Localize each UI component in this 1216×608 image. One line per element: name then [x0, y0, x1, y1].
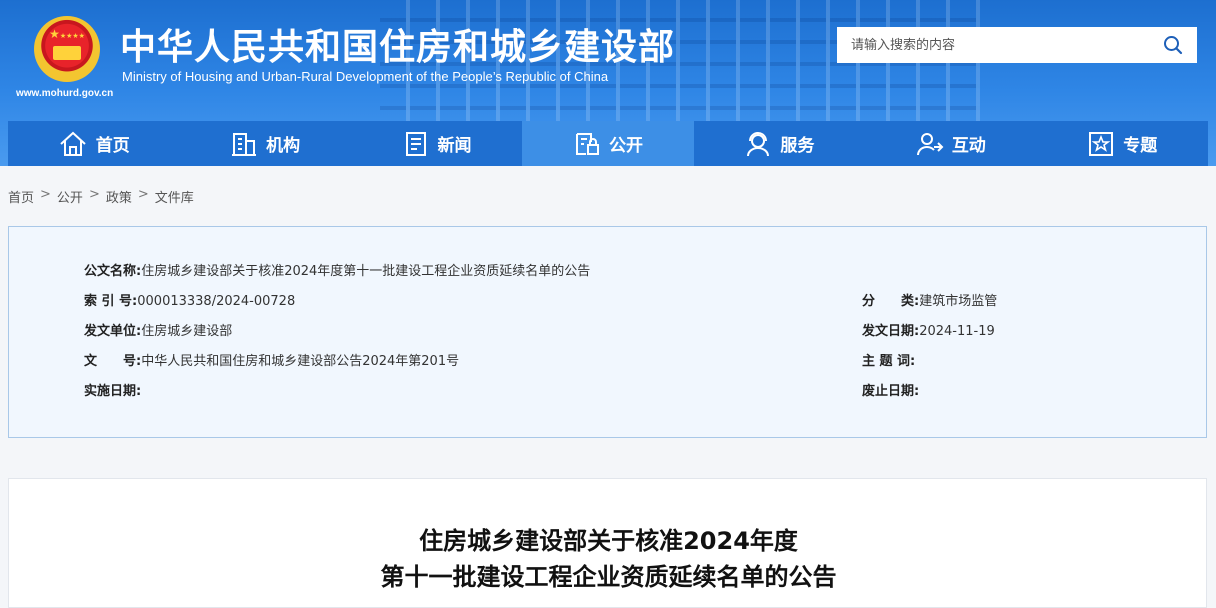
- document-title-line-1: 住房城乡建设部关于核准2024年度: [419, 527, 798, 555]
- meta-label: 文 号:: [84, 354, 142, 369]
- breadcrumb-disclosure[interactable]: 公开: [57, 187, 83, 206]
- service-icon: [747, 131, 770, 156]
- nav-label: 首页: [95, 136, 130, 156]
- nav-label: 机构: [266, 136, 301, 156]
- search-icon: [1164, 36, 1183, 55]
- nav-item-topics[interactable]: 专题: [1037, 121, 1208, 166]
- meta-index: 索 引 号:000013338/2024-00728: [84, 290, 295, 309]
- nav-item-home[interactable]: 首页: [8, 121, 179, 166]
- meta-effective-date: 实施日期:: [84, 380, 141, 399]
- meta-label: 发文单位:: [84, 324, 142, 339]
- meta-doc-name: 公文名称:住房城乡建设部关于核准2024年度第十一批建设工程企业资质延续名单的公…: [84, 260, 590, 279]
- nav-label: 互动: [951, 136, 986, 156]
- search-box: [837, 27, 1197, 63]
- meta-issuer: 发文单位:住房城乡建设部: [84, 320, 232, 339]
- nav-item-news[interactable]: 新闻: [351, 121, 522, 166]
- site-url: www.mohurd.gov.cn: [16, 88, 114, 99]
- document-metadata-panel: 公文名称:住房城乡建设部关于核准2024年度第十一批建设工程企业资质延续名单的公…: [8, 226, 1207, 438]
- national-emblem-icon[interactable]: ★★★★★: [34, 16, 100, 82]
- interaction-icon: [916, 132, 944, 155]
- document-content: 住房城乡建设部关于核准2024年度 第十一批建设工程企业资质延续名单的公告: [8, 478, 1207, 608]
- nav-label: 服务: [780, 136, 815, 156]
- search-button[interactable]: [1149, 27, 1197, 63]
- meta-value: 建筑市场监管: [919, 294, 998, 309]
- meta-subject: 主 题 词:: [862, 350, 915, 369]
- site-title-cn[interactable]: 中华人民共和国住房和城乡建设部: [120, 18, 675, 70]
- breadcrumb-home[interactable]: 首页: [8, 187, 34, 206]
- breadcrumb-library[interactable]: 文件库: [155, 187, 194, 206]
- nav-label: 公开: [608, 136, 643, 156]
- site-title-en: Ministry of Housing and Urban-Rural Deve…: [122, 69, 609, 84]
- meta-label: 分 类:: [862, 294, 920, 309]
- meta-category: 分 类:建筑市场监管: [862, 290, 997, 309]
- breadcrumb-separator: >: [137, 187, 149, 202]
- building-icon: [232, 132, 257, 156]
- main-nav: 首页 机构 新闻 公开 服务 互动 专题: [8, 121, 1208, 166]
- document-title-line-2: 第十一批建设工程企业资质延续名单的公告: [380, 563, 837, 591]
- breadcrumb-policy[interactable]: 政策: [106, 187, 132, 206]
- meta-doc-number: 文 号:中华人民共和国住房和城乡建设部公告2024年第201号: [84, 350, 459, 369]
- home-icon: [60, 131, 86, 156]
- meta-value: 住房城乡建设部: [141, 324, 233, 339]
- meta-label: 发文日期:: [862, 324, 920, 339]
- meta-value: 中华人民共和国住房和城乡建设部公告2024年第201号: [141, 354, 460, 369]
- topic-star-icon: [1089, 131, 1114, 156]
- meta-repeal-date: 废止日期:: [862, 380, 919, 399]
- nav-item-disclosure[interactable]: 公开: [522, 121, 694, 166]
- meta-label: 索 引 号:: [84, 294, 138, 309]
- meta-label: 主 题 词:: [862, 354, 916, 369]
- nav-label: 新闻: [437, 136, 472, 156]
- meta-label: 实施日期:: [84, 384, 142, 399]
- meta-value: 2024-11-19: [919, 324, 995, 339]
- meta-value: 000013338/2024-00728: [137, 294, 296, 309]
- nav-item-service[interactable]: 服务: [694, 121, 865, 166]
- meta-label: 废止日期:: [862, 384, 920, 399]
- breadcrumb: 首页 > 公开 > 政策 > 文件库: [8, 187, 194, 206]
- breadcrumb-separator: >: [40, 187, 51, 202]
- nav-item-interaction[interactable]: 互动: [865, 121, 1036, 166]
- meta-value: 住房城乡建设部关于核准2024年度第十一批建设工程企业资质延续名单的公告: [141, 264, 591, 279]
- meta-label: 公文名称:: [84, 264, 142, 279]
- search-input[interactable]: [837, 27, 1147, 63]
- disclosure-icon: [575, 132, 599, 155]
- nav-label: 专题: [1123, 136, 1158, 156]
- nav-item-organization[interactable]: 机构: [179, 121, 350, 166]
- breadcrumb-separator: >: [88, 187, 100, 202]
- meta-issue-date: 发文日期:2024-11-19: [862, 320, 995, 339]
- news-icon: [405, 131, 426, 156]
